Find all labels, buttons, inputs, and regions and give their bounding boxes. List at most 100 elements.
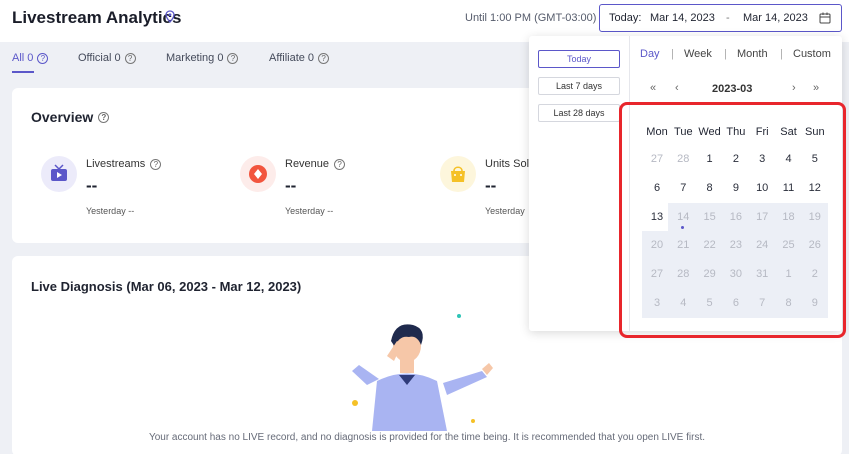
mode-divider: |	[671, 48, 674, 60]
prev-year-icon[interactable]: «	[650, 82, 656, 94]
tab-label: Affiliate 0	[269, 52, 315, 64]
calendar-day[interactable]: 4	[776, 149, 802, 169]
tab-marketing[interactable]: Marketing 0 ?	[166, 52, 239, 64]
weekday-header: Fri	[755, 126, 769, 138]
metric-value: --	[285, 176, 297, 195]
calendar-day: 1	[785, 268, 792, 281]
preset-last-7-days[interactable]: Last 7 days	[538, 77, 620, 95]
tab-label: All 0	[12, 52, 34, 64]
metric-label-text: Units Sol	[485, 158, 530, 170]
metric-yesterday: Yesterday --	[86, 206, 135, 216]
timezone-note: Until 1:00 PM (GMT-03:00)	[465, 12, 597, 24]
tab-all[interactable]: All 0 ?	[12, 52, 49, 73]
calendar-icon[interactable]	[819, 12, 831, 24]
help-icon[interactable]: ?	[98, 111, 110, 123]
calendar-day[interactable]: 7	[670, 178, 696, 198]
mode-divider: |	[780, 48, 783, 60]
date-label: Today:	[609, 12, 642, 24]
calendar-day[interactable]: 13	[644, 207, 670, 227]
metric-label: Livestreams ?	[86, 158, 162, 170]
calendar-day: 27	[650, 268, 664, 281]
calendar-day: 23	[729, 239, 743, 252]
preset-today[interactable]: Today	[538, 50, 620, 68]
date-picker-dropdown: Today Last 7 days Last 28 days Day | Wee…	[529, 36, 842, 331]
calendar-day: 19	[808, 210, 821, 223]
calendar-day[interactable]: 10	[749, 178, 775, 198]
metric-value: --	[485, 176, 497, 195]
calendar-day: 27	[650, 153, 664, 165]
current-month: 2023-03	[712, 83, 753, 95]
next-month-icon[interactable]: ›	[792, 82, 796, 94]
calendar-day[interactable]: 8	[697, 178, 723, 198]
calendar-day[interactable]: 3	[749, 149, 775, 169]
calendar-day: 22	[703, 239, 716, 252]
calendar-day: 9	[811, 297, 818, 309]
calendar-day: 28	[677, 268, 690, 281]
calendar-day[interactable]: 12	[802, 178, 828, 198]
overview-title: Overview ?	[31, 109, 110, 125]
metric-label: Units Sol	[485, 158, 529, 170]
weekday-header: Mon	[646, 126, 668, 138]
overview-card: Overview ? Livestreams ? -- Yesterday --	[12, 88, 542, 243]
page-title: Livestream Analytics	[12, 8, 182, 27]
weekday-header: Thu	[726, 126, 746, 138]
shopping-bag-icon	[440, 156, 476, 192]
overview-title-text: Overview	[31, 109, 94, 125]
mode-custom[interactable]: Custom	[793, 48, 831, 60]
empty-state-message: Your account has no LIVE record, and no …	[148, 432, 706, 443]
calendar-day[interactable]: 11	[776, 178, 802, 198]
calendar-day: 31	[756, 268, 769, 281]
metric-label-text: Revenue	[285, 158, 330, 170]
help-icon[interactable]: ?	[124, 52, 136, 64]
location-pin-icon	[165, 10, 175, 23]
metric-units-sold: Units Sol -- Yesterday	[440, 154, 540, 219]
date-range-selector[interactable]: Today: Mar 14, 2023 - Mar 14, 2023	[599, 4, 842, 32]
calendar-day: 15	[703, 210, 716, 223]
tab-affiliate[interactable]: Affiliate 0 ?	[269, 52, 330, 64]
calendar-day: 5	[706, 297, 713, 309]
weekday-header: Wed	[698, 126, 721, 138]
help-icon[interactable]: ?	[318, 52, 330, 64]
calendar-day: 17	[756, 210, 769, 223]
diagnosis-title: Live Diagnosis (Mar 06, 2023 - Mar 12, 2…	[31, 279, 302, 294]
livestream-icon	[41, 156, 77, 192]
mode-day[interactable]: Day	[640, 48, 660, 60]
tab-official[interactable]: Official 0 ?	[78, 52, 136, 64]
calendar-day: 16	[729, 210, 743, 223]
mode-month[interactable]: Month	[737, 48, 768, 60]
calendar-day: 18	[782, 210, 795, 223]
calendar-day[interactable]: 1	[697, 149, 723, 169]
metric-yesterday: Yesterday --	[285, 206, 334, 216]
date-end[interactable]: Mar 14, 2023	[743, 12, 808, 24]
calendar-day: 28	[677, 153, 690, 165]
calendar-day[interactable]: 5	[802, 149, 828, 169]
calendar-day: 6	[732, 297, 739, 309]
calendar-day: 24	[756, 239, 769, 252]
metric-revenue: Revenue ? -- Yesterday --	[240, 154, 440, 219]
help-icon[interactable]: ?	[334, 158, 346, 170]
calendar-day[interactable]: 6	[644, 178, 670, 198]
metric-value: --	[86, 176, 98, 195]
preset-list: Today Last 7 days Last 28 days	[529, 36, 630, 331]
calendar-day: 25	[782, 239, 795, 252]
calendar-day: 3	[653, 297, 661, 309]
mode-week[interactable]: Week	[684, 48, 712, 60]
mode-divider: |	[724, 48, 727, 60]
calendar-day[interactable]: 2	[723, 149, 749, 169]
next-year-icon[interactable]: »	[813, 82, 819, 94]
prev-month-icon[interactable]: ‹	[675, 82, 679, 94]
tab-label: Marketing 0	[166, 52, 224, 64]
weekday-header: Tue	[674, 126, 693, 138]
calendar-day-today: 14	[670, 207, 696, 229]
metric-label-text: Livestreams	[86, 158, 146, 170]
date-start[interactable]: Mar 14, 2023	[650, 12, 715, 24]
calendar-day[interactable]: 9	[723, 178, 749, 198]
tab-label: Official 0	[78, 52, 121, 64]
help-icon[interactable]: ?	[150, 158, 162, 170]
preset-last-28-days[interactable]: Last 28 days	[538, 104, 620, 122]
help-icon[interactable]: ?	[37, 52, 49, 64]
calendar-day: 7	[759, 297, 766, 309]
help-icon[interactable]: ?	[227, 52, 239, 64]
calendar-day: 30	[729, 268, 743, 281]
empty-state-illustration	[352, 314, 493, 431]
